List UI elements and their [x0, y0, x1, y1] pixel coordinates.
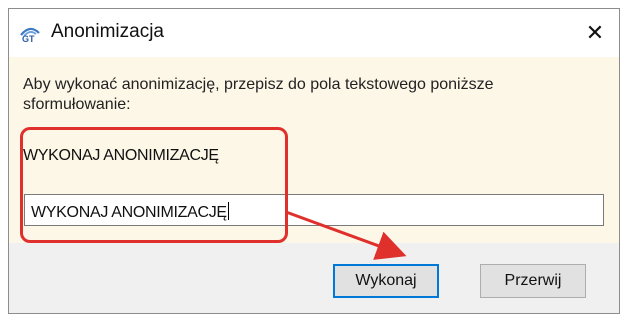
instruction-text: Aby wykonać anonimizację, przepisz do po… [23, 76, 494, 113]
annotation-highlight-box [20, 127, 288, 243]
window-title: Anonimizacja [51, 21, 164, 42]
close-button[interactable]: ✕ [571, 9, 619, 57]
confirm-button[interactable]: Wykonaj [333, 264, 439, 298]
title-bar: GT Anonimizacja ✕ [9, 9, 619, 57]
svg-text:GT: GT [22, 34, 35, 43]
cancel-button[interactable]: Przerwij [480, 264, 586, 298]
close-icon: ✕ [585, 20, 605, 45]
app-logo-icon: GT [19, 23, 41, 44]
